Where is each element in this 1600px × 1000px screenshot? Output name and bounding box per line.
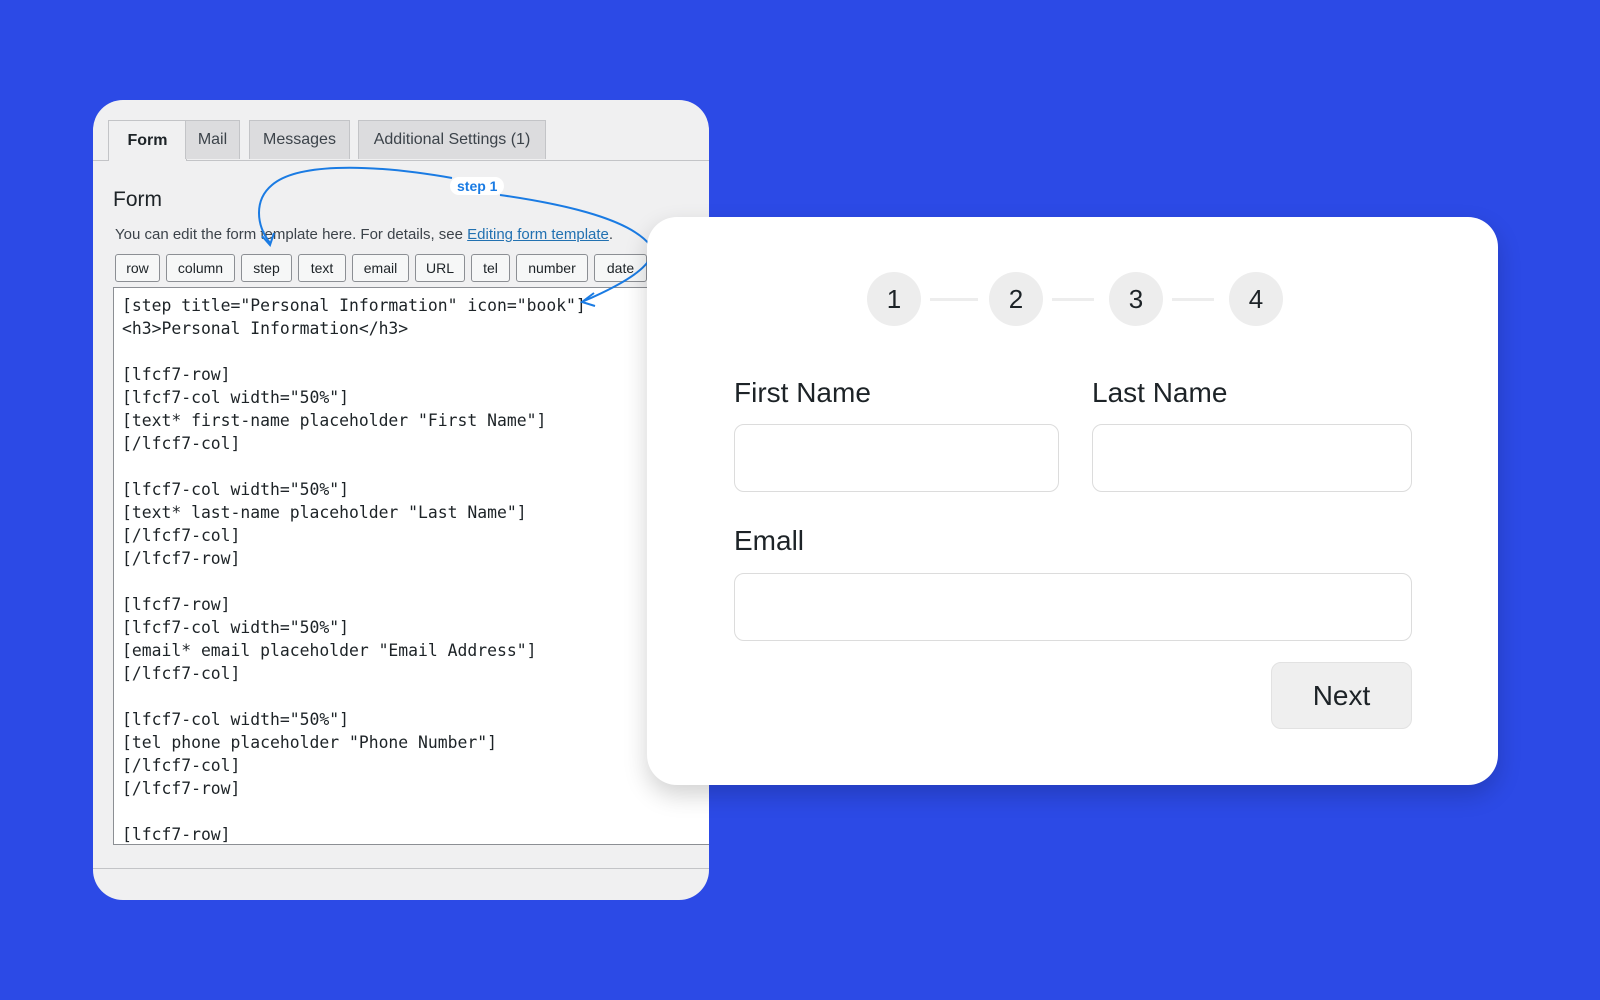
step-indicator-1[interactable]: 1 <box>867 272 921 326</box>
step-indicator-4[interactable]: 4 <box>1229 272 1283 326</box>
tag-button-date[interactable]: date <box>594 254 647 282</box>
tag-button-text[interactable]: text <box>298 254 346 282</box>
form-section-heading: Form <box>113 188 162 211</box>
form-template-code: [step title="Personal Information" icon=… <box>122 296 586 844</box>
step-connector-2 <box>1052 298 1094 301</box>
form-description-end: . <box>608 226 614 243</box>
tag-button-column[interactable]: column <box>166 254 235 282</box>
last-name-input[interactable] <box>1092 424 1412 492</box>
tag-button-step[interactable]: step <box>241 254 292 282</box>
form-description: You can edit the form template here. For… <box>115 226 613 243</box>
first-name-label: First Name <box>734 377 871 408</box>
form-editor-panel: Form Mail Messages Additional Settings (… <box>93 100 709 900</box>
editor-tabs: Form Mail Messages Additional Settings (… <box>93 100 709 161</box>
step-indicator-2[interactable]: 2 <box>989 272 1043 326</box>
tag-button-tel[interactable]: tel <box>471 254 510 282</box>
step-1-annotation-label: step 1 <box>450 177 505 195</box>
tag-button-email[interactable]: email <box>352 254 409 282</box>
form-description-text: You can edit the form template here. For… <box>115 226 468 243</box>
tab-messages[interactable]: Messages <box>249 120 350 159</box>
tab-form[interactable]: Form <box>108 120 187 161</box>
step-connector-3 <box>1172 298 1214 301</box>
editing-form-template-link[interactable]: Editing form template <box>467 226 609 243</box>
step-indicator-3[interactable]: 3 <box>1109 272 1163 326</box>
tag-button-row[interactable]: row <box>115 254 160 282</box>
tab-additional-settings[interactable]: Additional Settings (1) <box>358 120 546 159</box>
form-preview-card: 1 2 3 4 First Name Last Name Emall Next <box>647 217 1498 785</box>
tag-button-number[interactable]: number <box>516 254 588 282</box>
first-name-input[interactable] <box>734 424 1059 492</box>
tab-mail[interactable]: Mail <box>185 120 240 159</box>
email-label: Emall <box>734 525 805 556</box>
editor-footer-divider <box>93 868 709 869</box>
step-connector-1 <box>930 298 978 301</box>
tag-button-url[interactable]: URL <box>415 254 465 282</box>
next-button[interactable]: Next <box>1271 662 1412 729</box>
form-template-textarea[interactable]: [step title="Personal Information" icon=… <box>113 287 709 845</box>
last-name-label: Last Name <box>1092 377 1228 408</box>
email-input[interactable] <box>734 573 1412 641</box>
